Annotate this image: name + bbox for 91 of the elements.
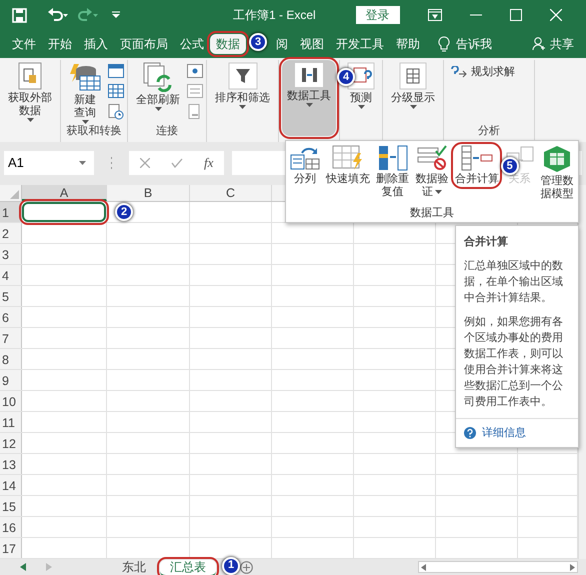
remove-duplicates-icon xyxy=(378,145,408,171)
grid-icon xyxy=(108,84,124,98)
question-arrow-icon xyxy=(451,66,467,78)
columns-icon xyxy=(294,62,324,88)
ribbon-tab[interactable]: 阅 xyxy=(270,34,294,54)
tooltip-text: 汇总单独区域中的数据，在单个输出区域中合并计算结果。 xyxy=(463,259,564,306)
ribbon-tab[interactable]: 开始 xyxy=(42,34,78,54)
save-icon[interactable] xyxy=(12,8,27,22)
solver-button[interactable]: 规划求解 xyxy=(447,60,531,80)
tool-button[interactable]: 快速填充 xyxy=(325,145,370,186)
group-label: 获取和转换 xyxy=(66,125,122,139)
ribbon-tab[interactable]: 数据 xyxy=(210,34,246,54)
add-sheet-icon[interactable] xyxy=(240,560,253,574)
ribbon-tab[interactable]: 文件 xyxy=(6,34,42,54)
flash-table-icon xyxy=(332,145,364,171)
table-icon xyxy=(108,64,124,78)
tool-button[interactable]: 删除重复值 xyxy=(376,145,410,199)
column-header[interactable]: A xyxy=(60,185,68,199)
window-title: 工作簿1 - Excel xyxy=(233,7,316,24)
number-badge: 3 xyxy=(249,33,267,51)
ribbon-button[interactable]: 数据工具 xyxy=(282,60,336,136)
list-icon xyxy=(187,84,203,98)
vertical-scrollbar[interactable] xyxy=(578,185,586,559)
consolidate-icon xyxy=(460,145,494,171)
tooltip-text: 例如，如果您拥有各个区域办事处的费用数据工作表，则可以使用合并计算来将这些数据汇总到一个公司费用工作表中。 xyxy=(463,315,564,410)
funnel-icon xyxy=(228,62,258,90)
tell-me-label[interactable]: 告诉我 xyxy=(456,35,492,53)
refresh-icon xyxy=(142,62,174,92)
tool-button[interactable]: 分列 xyxy=(290,145,320,186)
ribbon-button[interactable]: 排序和筛选 xyxy=(210,60,275,109)
column-header[interactable]: C xyxy=(226,185,236,201)
group-label: 连接 xyxy=(155,125,179,139)
group-label: 分析 xyxy=(477,125,501,139)
tooltip-title: 合并计算 xyxy=(462,234,509,250)
caret-icon xyxy=(82,120,88,124)
caret-icon xyxy=(358,105,364,109)
split-columns-icon xyxy=(290,145,320,171)
caret-icon xyxy=(154,107,162,111)
ribbon-tab[interactable]: 插入 xyxy=(78,34,114,54)
clock-document-icon xyxy=(108,104,124,120)
caret-icon xyxy=(26,118,34,122)
column-header[interactable]: B xyxy=(144,185,152,201)
insert-function-button[interactable]: fx xyxy=(204,153,214,173)
customize-icon[interactable] xyxy=(111,10,121,20)
outline-icon xyxy=(399,62,427,90)
caret-icon xyxy=(410,105,416,109)
previous-sheet-icon[interactable] xyxy=(20,563,26,571)
validation-icon xyxy=(416,145,447,171)
maximize-icon[interactable] xyxy=(510,9,522,21)
number-badge: 1 xyxy=(222,556,240,574)
ribbon-button[interactable]: 全部刷新 xyxy=(131,60,185,111)
scroll-right-icon[interactable] xyxy=(570,564,575,570)
cancel-icon[interactable] xyxy=(140,158,150,168)
ribbon-tab[interactable]: 公式 xyxy=(174,34,210,54)
sign-in-button[interactable]: 登录 xyxy=(356,6,400,24)
ribbon-button[interactable]: 分级显示 xyxy=(386,60,440,109)
ribbon-options-icon[interactable] xyxy=(428,9,442,21)
enter-icon[interactable] xyxy=(170,158,183,168)
drag-handle-icon[interactable] xyxy=(110,157,113,169)
undo-icon[interactable] xyxy=(47,8,69,22)
share-label[interactable]: 共享 xyxy=(550,35,574,53)
caret-icon xyxy=(239,105,246,109)
close-icon[interactable] xyxy=(550,9,562,21)
tool-button[interactable]: 管理数据模型 xyxy=(540,145,574,201)
help-icon[interactable] xyxy=(464,427,476,439)
scroll-left-icon[interactable] xyxy=(421,564,426,570)
database-icon xyxy=(68,62,102,92)
number-badge: 2 xyxy=(115,203,133,221)
group-label: 数据工具 xyxy=(409,207,455,221)
lightbulb-icon[interactable] xyxy=(438,36,450,52)
caret-icon xyxy=(434,190,442,194)
ribbon-tab[interactable]: 页面布局 xyxy=(114,34,174,54)
ribbon-button[interactable]: 获取外部数据 xyxy=(3,60,57,122)
horizontal-scrollbar[interactable] xyxy=(418,561,578,573)
selected-cell[interactable] xyxy=(22,202,106,222)
ribbon-button[interactable]: 新建查询 xyxy=(64,60,106,124)
tool-button[interactable]: 数据验证 xyxy=(414,145,449,199)
tool-button[interactable]: 合并计算 xyxy=(454,145,500,186)
more-info-link[interactable]: 详细信息 xyxy=(482,425,526,441)
ribbon-tab[interactable]: 视图 xyxy=(294,34,330,54)
caret-icon xyxy=(306,103,312,107)
sheet-tab[interactable]: 东北 xyxy=(112,560,156,575)
ribbon-tab[interactable]: 开发工具 xyxy=(330,34,390,54)
ribbon-tab[interactable]: 帮助 xyxy=(390,34,426,54)
data-model-icon xyxy=(542,145,572,173)
sheet-tab[interactable]: 汇总表 xyxy=(160,560,216,575)
caret-icon xyxy=(79,161,86,165)
monitor-icon xyxy=(187,64,203,78)
document-icon xyxy=(17,62,43,90)
person-icon[interactable] xyxy=(532,37,546,51)
name-box[interactable]: A1 xyxy=(4,151,94,175)
